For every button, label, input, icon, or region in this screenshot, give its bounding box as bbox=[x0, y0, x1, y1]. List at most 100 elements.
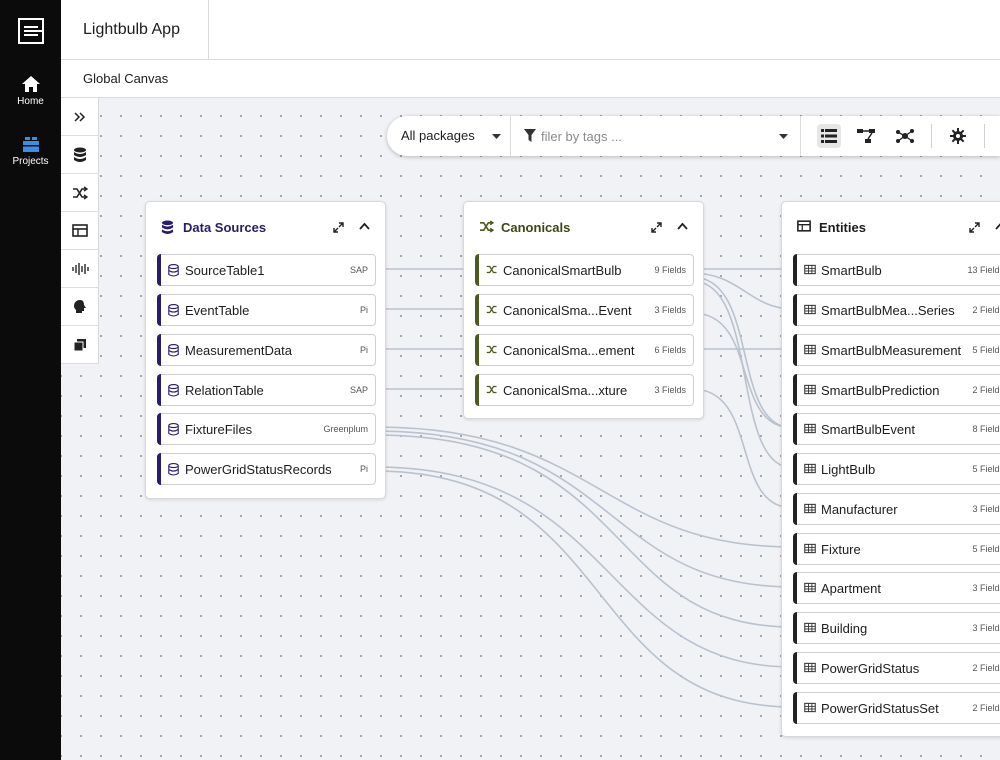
list-item[interactable]: Apartment 3 Fields bbox=[793, 572, 1000, 604]
row-label: MeasurementData bbox=[185, 343, 292, 358]
row-label: RelationTable bbox=[185, 383, 264, 398]
canonicals-panel: Canonicals CanonicalSmartBulb 9 Fields C… bbox=[463, 201, 704, 419]
expand-icon[interactable] bbox=[969, 222, 980, 233]
graph-view-button[interactable] bbox=[893, 124, 917, 148]
row-accent bbox=[475, 334, 479, 366]
link-source-to-entity bbox=[374, 430, 794, 588]
row-label: PowerGridStatus bbox=[821, 661, 920, 676]
row-field-count: 8 Fields bbox=[972, 424, 1000, 434]
row-field-count: 3 Fields bbox=[972, 583, 1000, 593]
panel-title: Canonicals bbox=[501, 220, 571, 235]
row-label: SmartBulbPrediction bbox=[821, 383, 940, 398]
row-accent bbox=[157, 334, 161, 366]
row-field-count: 2 Fields bbox=[972, 305, 1000, 315]
database-icon bbox=[168, 463, 179, 476]
list-item[interactable]: SmartBulbMeasurement 5 Fields bbox=[793, 334, 1000, 366]
list-item[interactable]: Manufacturer 3 Fields bbox=[793, 493, 1000, 525]
table-icon bbox=[804, 463, 816, 474]
list-item[interactable]: SmartBulbPrediction 2 Fields bbox=[793, 374, 1000, 406]
double-chevron-right-icon bbox=[74, 111, 86, 122]
row-label: LightBulb bbox=[821, 462, 876, 477]
chevron-up-icon[interactable] bbox=[359, 222, 370, 230]
list-item[interactable]: FixtureFiles Greenplum bbox=[157, 413, 376, 445]
row-accent bbox=[793, 413, 797, 445]
database-icon bbox=[168, 304, 179, 317]
list-item[interactable]: PowerGridStatus 2 Fields bbox=[793, 652, 1000, 684]
settings-button[interactable] bbox=[946, 124, 970, 148]
panel-title: Entities bbox=[819, 220, 866, 235]
panel-header: Entities bbox=[782, 202, 1000, 252]
copy-tool[interactable] bbox=[61, 326, 99, 364]
data-sources-panel: Data Sources SourceTable1 SAP EventTable… bbox=[145, 201, 386, 499]
entities-tool[interactable] bbox=[61, 212, 99, 250]
row-accent bbox=[475, 254, 479, 286]
list-item[interactable]: SourceTable1 SAP bbox=[157, 254, 376, 286]
table-icon bbox=[797, 220, 811, 232]
row-label: SmartBulbMea...Series bbox=[821, 303, 955, 318]
row-accent bbox=[157, 453, 161, 485]
expand-sidebar-button[interactable] bbox=[61, 98, 99, 136]
filter-icon bbox=[524, 129, 536, 142]
expand-icon[interactable] bbox=[651, 222, 662, 233]
list-item[interactable]: PowerGridStatusSet 2 Fields bbox=[793, 692, 1000, 724]
panel-header: Data Sources bbox=[146, 202, 385, 252]
row-label: PowerGridStatusRecords bbox=[185, 462, 332, 477]
list-item[interactable]: CanonicalSma...Event 3 Fields bbox=[475, 294, 694, 326]
panel-title: Data Sources bbox=[183, 220, 267, 235]
list-item[interactable]: RelationTable SAP bbox=[157, 374, 376, 406]
ml-models-tool[interactable] bbox=[61, 288, 99, 326]
row-label: Building bbox=[821, 621, 868, 636]
hierarchy-icon bbox=[857, 129, 875, 143]
chevron-up-icon[interactable] bbox=[995, 222, 1000, 230]
row-accent bbox=[793, 334, 797, 366]
link-source-to-entity bbox=[374, 466, 794, 668]
row-source-system: Greenplum bbox=[323, 424, 368, 434]
table-icon bbox=[804, 503, 816, 514]
list-item[interactable]: EventTable Pi bbox=[157, 294, 376, 326]
signals-tool[interactable] bbox=[61, 250, 99, 288]
table-icon bbox=[804, 264, 816, 275]
row-field-count: 9 Fields bbox=[654, 265, 686, 275]
tag-filter-input[interactable] bbox=[541, 126, 771, 146]
expand-icon[interactable] bbox=[333, 222, 344, 233]
gear-icon bbox=[950, 128, 966, 144]
list-item[interactable]: SmartBulbEvent 8 Fields bbox=[793, 413, 1000, 445]
list-item[interactable]: MeasurementData Pi bbox=[157, 334, 376, 366]
table-icon bbox=[804, 662, 816, 673]
row-label: SmartBulbMeasurement bbox=[821, 343, 962, 358]
canonicals-tool[interactable] bbox=[61, 174, 99, 212]
database-icon bbox=[168, 344, 179, 357]
canvas-tool-strip bbox=[61, 98, 99, 364]
row-accent bbox=[793, 493, 797, 525]
data-sources-tool[interactable] bbox=[61, 136, 99, 174]
list-item[interactable]: Fixture 5 Fields bbox=[793, 533, 1000, 565]
list-view-button[interactable] bbox=[817, 124, 841, 148]
list-item[interactable]: Building 3 Fields bbox=[793, 612, 1000, 644]
row-field-count: 3 Fields bbox=[972, 623, 1000, 633]
row-label: FixtureFiles bbox=[185, 422, 253, 437]
list-item[interactable]: PowerGridStatusRecords Pi bbox=[157, 453, 376, 485]
row-accent bbox=[793, 572, 797, 604]
database-icon bbox=[168, 423, 179, 436]
row-field-count: 3 Fields bbox=[972, 504, 1000, 514]
database-icon bbox=[168, 384, 179, 397]
list-item[interactable]: CanonicalSma...ement 6 Fields bbox=[475, 334, 694, 366]
list-item[interactable]: SmartBulbMea...Series 2 Fields bbox=[793, 294, 1000, 326]
row-accent bbox=[793, 254, 797, 286]
row-label: Apartment bbox=[821, 581, 881, 596]
shuffle-icon bbox=[480, 220, 494, 233]
row-field-count: 6 Fields bbox=[654, 345, 686, 355]
chevron-up-icon[interactable] bbox=[677, 222, 688, 230]
table-icon bbox=[804, 423, 816, 434]
hierarchy-view-button[interactable] bbox=[854, 124, 878, 148]
list-item[interactable]: SmartBulb 13 Fields bbox=[793, 254, 1000, 286]
brain-head-icon bbox=[73, 300, 86, 313]
row-field-count: 3 Fields bbox=[654, 385, 686, 395]
list-item[interactable]: LightBulb 5 Fields bbox=[793, 453, 1000, 485]
row-label: SmartBulbEvent bbox=[821, 422, 915, 437]
list-item[interactable]: CanonicalSmartBulb 9 Fields bbox=[475, 254, 694, 286]
row-accent bbox=[793, 612, 797, 644]
table-icon bbox=[72, 224, 88, 237]
list-item[interactable]: CanonicalSma...xture 3 Fields bbox=[475, 374, 694, 406]
row-label: CanonicalSma...Event bbox=[503, 303, 632, 318]
